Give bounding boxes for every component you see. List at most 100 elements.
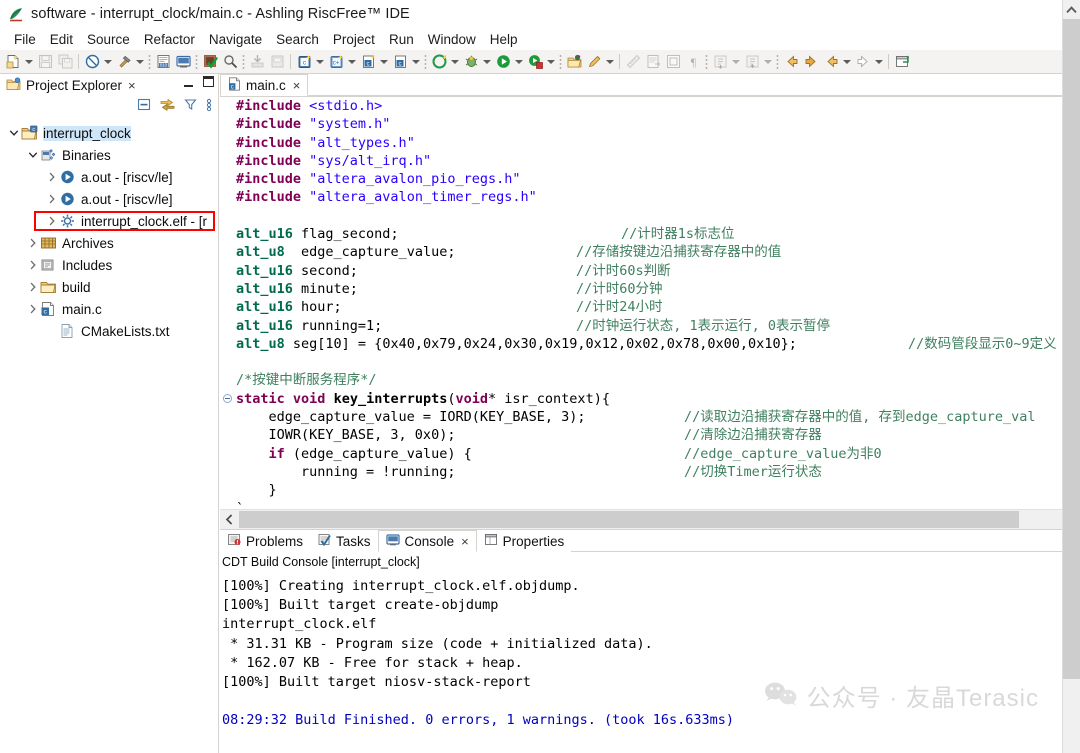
pencil-edit-button[interactable] — [584, 52, 604, 72]
chevron-down-icon[interactable] — [481, 52, 493, 72]
fold-toggle-icon[interactable] — [223, 393, 232, 403]
chevron-down-icon[interactable] — [604, 52, 616, 72]
ruler-button[interactable] — [623, 52, 643, 72]
menu-source[interactable]: Source — [80, 31, 137, 48]
tree-item-a[interactable]: a.out - [riscv/le] — [0, 188, 218, 210]
scroll-left-arrow-icon[interactable] — [220, 510, 239, 529]
menu-navigate[interactable]: Navigate — [202, 31, 269, 48]
menu-refactor[interactable]: Refactor — [137, 31, 202, 48]
menu-edit[interactable]: Edit — [43, 31, 80, 48]
view-menu-icon[interactable] — [206, 98, 212, 115]
chevron-right-icon[interactable] — [44, 194, 59, 204]
check-mark-button[interactable] — [200, 52, 220, 72]
tree-item-main[interactable]: c main.c — [0, 298, 218, 320]
tree-item-interrupt_clock[interactable]: interrupt_clock.elf - [r — [0, 210, 218, 232]
no-build-button[interactable] — [82, 52, 102, 72]
new-c-project-button[interactable]: c — [294, 52, 314, 72]
tree-item-interrupt_clock[interactable]: c interrupt_clock — [0, 122, 218, 144]
menu-window[interactable]: Window — [421, 31, 483, 48]
debug-bug-button[interactable] — [461, 52, 481, 72]
back-history-button[interactable] — [821, 52, 841, 72]
run-last-button[interactable] — [525, 52, 545, 72]
toggle-block-button[interactable] — [663, 52, 683, 72]
chevron-right-icon[interactable] — [25, 260, 40, 270]
chevron-down-icon[interactable] — [346, 52, 358, 72]
git-button[interactable] — [429, 52, 449, 72]
chevron-down-icon[interactable] — [513, 52, 525, 72]
chevron-down-icon[interactable] — [449, 52, 461, 72]
console-output[interactable]: [100%] Creating interrupt_clock.elf.objd… — [220, 571, 1063, 753]
tab-project-explorer[interactable]: Project Explorer × — [0, 74, 140, 96]
menu-file[interactable]: File — [7, 31, 43, 48]
new-c-file-button[interactable]: c — [358, 52, 378, 72]
view-filter-icon[interactable] — [184, 98, 197, 114]
code-editor[interactable]: #include <stdio.h> #include "system.h" #in… — [220, 97, 1063, 509]
minimize-icon[interactable] — [184, 76, 193, 87]
tab-tasks[interactable]: Tasks — [310, 530, 378, 552]
back-arrow-button[interactable] — [781, 52, 801, 72]
chevron-right-icon[interactable] — [25, 304, 40, 314]
tree-item-build[interactable]: build — [0, 276, 218, 298]
chevron-down-icon[interactable] — [378, 52, 390, 72]
scroll-up-arrow-icon[interactable] — [1063, 0, 1080, 19]
link-with-editor-icon[interactable] — [160, 98, 175, 114]
save-button[interactable] — [35, 52, 55, 72]
tree-item-a[interactable]: a.out - [riscv/le] — [0, 166, 218, 188]
chevron-down-icon[interactable] — [762, 52, 774, 72]
new-window-button[interactable] — [892, 52, 912, 72]
prev-annotation-button[interactable] — [742, 52, 762, 72]
close-icon[interactable]: × — [461, 535, 469, 548]
chevron-right-icon[interactable] — [25, 282, 40, 292]
collapse-all-icon[interactable] — [137, 98, 151, 114]
chevron-down-icon[interactable] — [134, 52, 146, 72]
chevron-down-icon[interactable] — [545, 52, 557, 72]
tree-item-binaries[interactable]: Binaries — [0, 144, 218, 166]
forward-history-button[interactable] — [853, 52, 873, 72]
menu-run[interactable]: Run — [382, 31, 421, 48]
maximize-icon[interactable] — [203, 76, 214, 87]
paragraph-marks-button[interactable]: ¶ — [683, 52, 703, 72]
close-icon[interactable]: × — [293, 79, 301, 92]
export-button[interactable] — [267, 52, 287, 72]
chevron-down-icon[interactable] — [6, 128, 21, 138]
chevron-down-icon[interactable] — [314, 52, 326, 72]
window-vscrollbar[interactable] — [1062, 0, 1080, 753]
menu-search[interactable]: Search — [269, 31, 326, 48]
tree-item-archives[interactable]: Archives — [0, 232, 218, 254]
new-file-button[interactable] — [3, 52, 23, 72]
chevron-down-icon[interactable] — [23, 52, 35, 72]
chevron-right-icon[interactable] — [44, 172, 59, 182]
tab-main-c[interactable]: c main.c × — [220, 74, 309, 96]
chevron-down-icon[interactable] — [841, 52, 853, 72]
hscroll-thumb[interactable] — [239, 511, 1019, 528]
menu-project[interactable]: Project — [326, 31, 382, 48]
chevron-down-icon[interactable] — [730, 52, 742, 72]
next-annotation-button[interactable] — [710, 52, 730, 72]
tab-properties[interactable]: Properties — [477, 530, 572, 552]
new-cpp-project-button[interactable]: c+ — [326, 52, 346, 72]
import-button[interactable] — [247, 52, 267, 72]
chevron-down-icon[interactable] — [102, 52, 114, 72]
tab-problems[interactable]: Problems — [220, 530, 310, 552]
close-icon[interactable]: × — [128, 79, 136, 92]
editor-hscrollbar[interactable] — [220, 509, 1063, 529]
chevron-down-icon[interactable] — [410, 52, 422, 72]
terminal-button[interactable] — [173, 52, 193, 72]
open-resource-button[interactable] — [564, 52, 584, 72]
new-class-button[interactable]: c — [390, 52, 410, 72]
vscroll-thumb[interactable] — [1063, 19, 1080, 679]
hscroll-track[interactable] — [1019, 510, 1063, 529]
build-hammer-button[interactable] — [114, 52, 134, 72]
chevron-right-icon[interactable] — [25, 238, 40, 248]
binary-010-button[interactable]: 010 — [153, 52, 173, 72]
save-all-button[interactable] — [55, 52, 75, 72]
editor-folding-gutter[interactable] — [220, 97, 236, 509]
chevron-down-icon[interactable] — [873, 52, 885, 72]
chevron-down-icon[interactable] — [25, 150, 40, 160]
menu-help[interactable]: Help — [483, 31, 525, 48]
search-pin-button[interactable] — [220, 52, 240, 72]
tree-item-includes[interactable]: Includes — [0, 254, 218, 276]
open-declaration-button[interactable] — [643, 52, 663, 72]
tree-item-cmakelists[interactable]: CMakeLists.txt — [0, 320, 218, 342]
tab-console[interactable]: Console × — [377, 530, 477, 552]
